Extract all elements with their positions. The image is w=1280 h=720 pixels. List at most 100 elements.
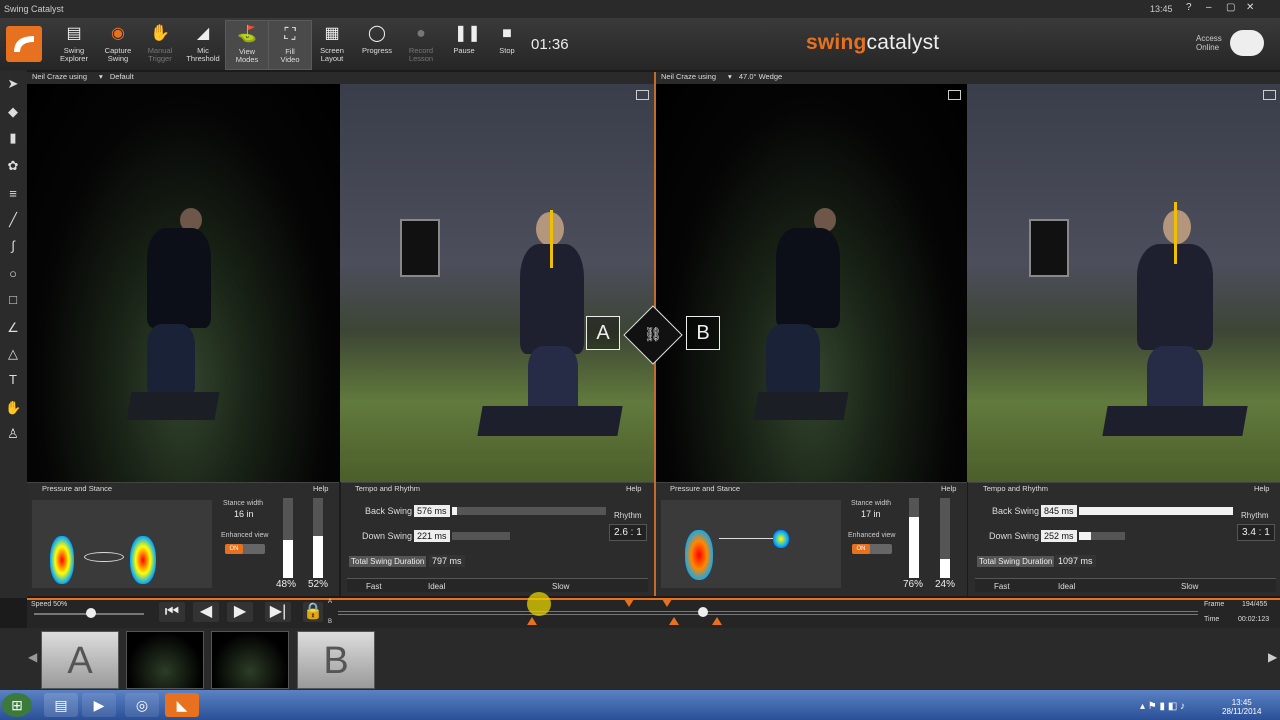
timeline-track-a[interactable] [338,611,1198,612]
minimize-icon[interactable]: – [1206,2,1212,13]
palette-icon[interactable]: ✿ [5,158,21,174]
club-select-left[interactable]: ▾ Default [99,72,134,81]
timeline-track-b[interactable] [338,614,1198,615]
right-rhythm-label: Rhythm [1241,511,1269,520]
thumb-video-2[interactable] [211,631,289,689]
left-pressure-title: Pressure and Stance [42,484,113,493]
right-rhythm-value: 3.4 : 1 [1237,524,1275,541]
media-player-icon[interactable]: ▶ [82,693,116,717]
right-down-swing-value: 252 ms [1041,530,1077,542]
video-right-front[interactable] [967,84,1280,482]
taskbar-clock[interactable]: 13:45 28/11/2014 [1222,698,1261,716]
marker-a-1[interactable] [624,599,634,607]
left-pressure-help[interactable]: Help [313,484,328,493]
mic-threshold-button[interactable]: ◢ Mic Threshold [181,20,225,70]
record-lesson-button[interactable]: ● Record Lesson [399,20,443,70]
close-icon[interactable]: ✕ [1246,2,1254,13]
left-panel-header: Neil Craze using ▾ Default [27,72,654,84]
center-of-pressure-trace [719,538,773,539]
golfer-legs [147,324,195,394]
hand-tool-icon[interactable]: ✋ [5,400,21,416]
marker-b-2[interactable] [669,617,679,625]
marker-b-1[interactable] [527,617,537,625]
video-left-side[interactable] [27,84,340,482]
thumb-video-1[interactable] [126,631,204,689]
stop-button[interactable]: ■ Stop [485,20,529,70]
expand-icon[interactable] [948,90,961,100]
rectangle-icon[interactable]: □ [5,292,21,308]
fullscreen-icon: ⛶ [284,26,296,43]
pointer-icon[interactable]: ➤ [5,76,21,92]
marker-a-2[interactable] [662,599,672,607]
expand-icon[interactable] [1263,90,1276,100]
left-rhythm-label: Rhythm [614,511,642,520]
eraser-icon[interactable]: ◆ [5,104,21,120]
start-button-icon[interactable]: ⊞ [2,693,32,717]
right-weight-bar-left [909,498,919,578]
maximize-icon[interactable]: ▢ [1226,2,1235,13]
pause-button[interactable]: ❚❚ Pause [442,20,486,70]
cloud-icon[interactable] [1230,30,1264,56]
step-forward-button[interactable]: ▶| [265,602,291,622]
curve-icon[interactable]: ∫ [5,238,21,254]
golfer-body [147,228,211,328]
swing-explorer-button[interactable]: ▤ Swing Explorer [52,20,96,70]
progress-button[interactable]: ◯ Progress [355,20,399,70]
left-enhanced-toggle[interactable]: ON [225,544,265,554]
triangle-icon[interactable]: △ [5,346,21,362]
right-tempo-help[interactable]: Help [1254,484,1269,493]
video-right-side[interactable] [656,84,967,482]
circle-icon[interactable]: ○ [5,266,21,282]
right-pressure-map [661,500,841,588]
swing-catalyst-taskbar-icon[interactable]: ◣ [165,693,199,717]
panel-a-label[interactable]: A [586,316,620,350]
expand-icon[interactable] [636,90,649,100]
text-icon[interactable]: T [5,372,21,388]
speech-icon: ● [416,25,426,42]
manual-trigger-button[interactable]: ✋ Manual Trigger [138,20,182,70]
step-back-button[interactable]: ◀ [193,602,219,622]
right-enhanced-toggle[interactable]: ON [852,544,892,554]
scroll-right-icon[interactable]: ▶ [1268,650,1277,664]
fill-video-button[interactable]: ⛶ Fill Video [268,20,312,70]
chrome-icon[interactable]: ◎ [125,693,159,717]
right-enhanced-label: Enhanced view [848,532,896,539]
view-modes-button[interactable]: ⛳ View Modes [225,20,269,70]
link-icon: ⛓ [644,326,662,342]
panel-b-label[interactable]: B [686,316,720,350]
trash-icon[interactable]: ▮ [5,130,21,146]
tray-icons[interactable]: ▴ ⚑ ▮ ◧ ♪ [1140,702,1185,712]
marker-b-3[interactable] [712,617,722,625]
left-down-swing-bar [452,532,510,540]
brand-logo: swingcatalyst [806,31,940,54]
angle-icon[interactable]: ∠ [5,320,21,336]
left-foot-pressure [685,530,713,580]
explorer-icon[interactable]: ▤ [44,693,78,717]
left-back-swing-label: Back Swing [364,506,412,516]
line-icon[interactable]: ╱ [5,212,21,228]
lock-icon[interactable]: 🔒 [303,602,323,622]
wall-poster [1029,219,1069,277]
help-icon[interactable]: ? [1186,2,1192,13]
thumb-b[interactable]: B [297,631,375,689]
skip-start-button[interactable]: ⏮ [159,602,185,622]
alignment-line [1174,202,1177,264]
line-width-icon[interactable]: ≡ [5,186,21,202]
screen-layout-button[interactable]: ▦ Screen Layout [310,20,354,70]
capture-swing-button[interactable]: ◉ Capture Swing [96,20,140,70]
right-foot-pressure [773,530,789,548]
left-stance-width-label: Stance width [223,500,264,507]
golfer-tool-icon[interactable]: ♙ [5,426,21,442]
thumb-a[interactable]: A [41,631,119,689]
cursor-highlight [527,592,551,616]
right-pressure-title: Pressure and Stance [670,484,741,493]
left-tempo-help[interactable]: Help [626,484,641,493]
speed-slider-knob[interactable] [86,608,96,618]
scroll-left-icon[interactable]: ◀ [28,650,37,664]
hitting-mat [1102,406,1248,436]
timeline-playhead[interactable] [698,607,708,617]
right-pressure-help[interactable]: Help [941,484,956,493]
video-left-front[interactable] [340,84,654,482]
club-select-right[interactable]: ▾ 47.0° Wedge [728,72,782,81]
play-button[interactable]: ▶ [227,602,253,622]
